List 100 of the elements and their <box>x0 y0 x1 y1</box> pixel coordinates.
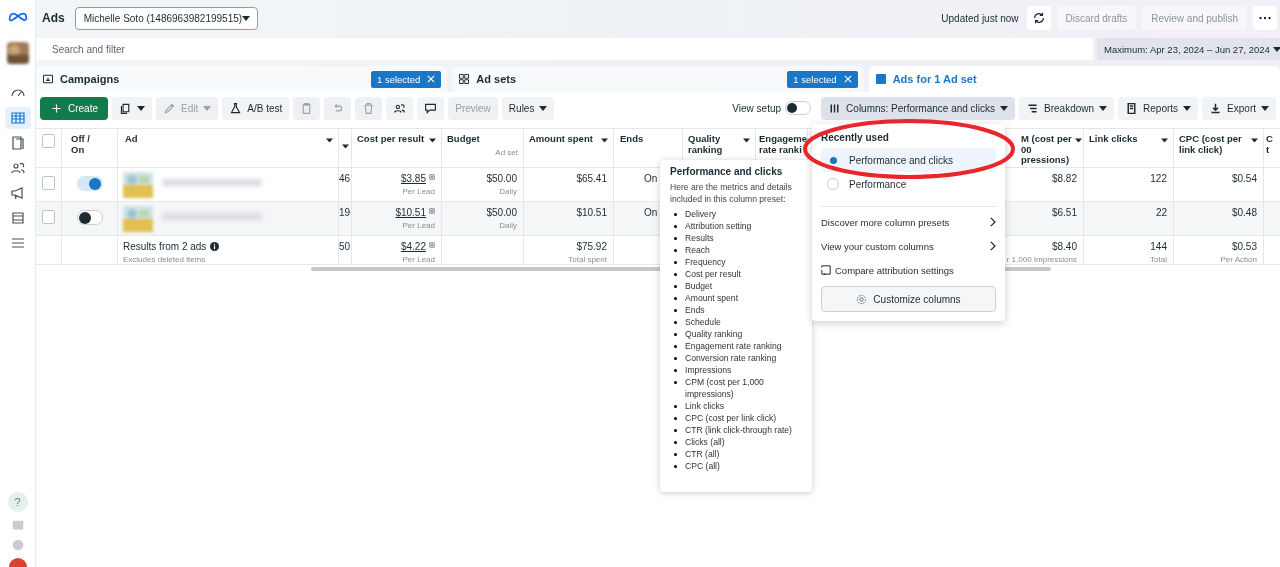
column-header[interactable]: M (cost per 00 pressions) <box>1021 134 1072 166</box>
bullet-icon <box>674 297 677 300</box>
view-setup-toggle[interactable] <box>785 101 812 115</box>
ad-icon <box>874 73 887 85</box>
more-button[interactable] <box>1253 6 1277 30</box>
column-header[interactable]: Cost per result <box>357 134 426 145</box>
toolbar-button[interactable]: Columns: Performance and clicks <box>821 96 1016 120</box>
caret-icon <box>242 15 251 21</box>
toolbar-button[interactable] <box>112 96 152 120</box>
menu-item[interactable]: Compare attribution settings <box>835 264 996 276</box>
gear-icon <box>856 293 868 305</box>
metric-item: Delivery <box>685 208 717 220</box>
column-header[interactable]: C t <box>1266 134 1276 155</box>
cell-subtitle: Total spent <box>567 255 607 264</box>
metric-item: CPC (cost per link click) <box>685 412 777 424</box>
preset-option[interactable]: Performance <box>849 178 907 190</box>
toolbar-button[interactable]: A/B test <box>222 96 290 120</box>
account-dropdown[interactable]: Michelle Soto (1486963982199515) <box>74 6 258 30</box>
ad-toggle[interactable] <box>76 176 103 191</box>
customize-columns-button[interactable]: Customize columns <box>821 286 996 312</box>
column-header[interactable]: Engageme rate ranki <box>759 134 808 155</box>
close-icon[interactable] <box>427 75 436 83</box>
menu-item[interactable]: Discover more column presets <box>821 216 985 228</box>
bullet-icon <box>674 237 677 240</box>
column-header[interactable]: Link clicks <box>1089 134 1158 145</box>
cell-value: $0.53 <box>1231 241 1257 252</box>
close-icon[interactable] <box>843 75 852 83</box>
grid-icon <box>458 73 471 85</box>
caret-icon[interactable] <box>1251 138 1258 143</box>
more-icon <box>1259 16 1271 20</box>
caret-icon[interactable] <box>342 144 349 149</box>
tab[interactable]: Campaigns 1 selected <box>36 66 448 92</box>
tab-label: Ad sets <box>476 73 517 85</box>
toolbar-button[interactable]: Breakdown <box>1019 96 1115 120</box>
column-header[interactable]: Ends <box>620 134 677 145</box>
toolbar-button[interactable]: Reports <box>1118 96 1199 120</box>
date-range-button[interactable]: Maximum: Apr 23, 2024 – Jun 27, 2024 <box>1097 38 1280 60</box>
meta-logo[interactable] <box>7 10 28 22</box>
toolbar-button[interactable] <box>386 96 414 120</box>
caret-icon[interactable] <box>326 138 333 143</box>
info-icon[interactable] <box>210 242 220 251</box>
column-header[interactable]: Quality ranking <box>688 134 740 155</box>
bullet-icon <box>674 333 677 336</box>
copy-icon <box>119 101 132 115</box>
radio-button[interactable] <box>827 178 839 190</box>
metric-item: Results <box>685 232 714 244</box>
select-all-checkbox[interactable] <box>42 134 55 148</box>
cell-value: $8.40 <box>1051 241 1077 252</box>
update-status: Updated just now <box>941 12 1019 24</box>
people-icon <box>393 101 407 115</box>
tab-label: Campaigns <box>60 73 120 85</box>
metric-item: Conversion rate ranking <box>685 352 777 364</box>
caret-icon[interactable] <box>1161 138 1168 143</box>
bullet-icon <box>674 465 677 468</box>
chevron-icon <box>989 241 996 251</box>
caret-icon[interactable] <box>743 138 750 143</box>
row-checkbox[interactable] <box>42 210 55 224</box>
bullet-icon <box>674 357 677 360</box>
metric-item: Engagement rate ranking <box>685 340 782 352</box>
selection-badge[interactable]: 1 selected <box>371 70 442 88</box>
tab[interactable]: Ad sets 1 selected <box>452 66 864 92</box>
column-header[interactable]: Budget <box>447 134 518 145</box>
table-icon[interactable] <box>4 107 31 129</box>
caret-icon[interactable] <box>601 138 608 143</box>
row-checkbox[interactable] <box>42 176 55 190</box>
selection-badge[interactable]: 1 selected <box>787 70 858 88</box>
caret-icon <box>1261 105 1269 111</box>
toolbar-button[interactable]: Export <box>1202 96 1276 120</box>
bullet-icon <box>674 429 677 432</box>
cell-value: $6.51 <box>1051 207 1077 218</box>
metric-item: CTR (all) <box>685 448 720 460</box>
caret-icon[interactable] <box>429 138 436 143</box>
ad-toggle[interactable] <box>76 210 103 225</box>
column-header[interactable]: Amount spent <box>529 134 598 145</box>
bullet-icon <box>674 285 677 288</box>
refresh-button[interactable] <box>1026 6 1051 30</box>
cell-value: $3.85 <box>400 173 426 184</box>
notification-icon[interactable] <box>8 558 27 567</box>
cell-value: 46 <box>338 173 350 184</box>
bullet-icon <box>674 225 677 228</box>
column-header[interactable]: Ad <box>125 134 323 145</box>
column-header[interactable]: CPC (cost per link click) <box>1179 134 1248 155</box>
toolbar-button[interactable]: Create <box>40 96 108 120</box>
menu-item[interactable]: View your custom columns <box>821 240 985 252</box>
metric-item: Budget <box>685 280 713 292</box>
flask-icon <box>229 101 243 115</box>
metric-item: Schedule <box>685 316 721 328</box>
tab[interactable]: Ads for 1 Ad set <box>868 66 1280 92</box>
caret-icon[interactable] <box>1074 138 1082 143</box>
toolbar-button[interactable]: Rules <box>501 96 555 120</box>
search-field[interactable]: Search and filter <box>36 38 1093 60</box>
cell-value: $75.92 <box>576 241 607 252</box>
bullet-icon <box>674 273 677 276</box>
tooltip-title: Performance and clicks <box>670 166 784 177</box>
metric-item: Amount spent <box>685 292 739 304</box>
toolbar-button[interactable] <box>417 96 445 120</box>
bullet-icon <box>674 369 677 372</box>
metric-item: Clicks (all) <box>685 436 725 448</box>
caret-icon <box>1000 105 1009 111</box>
view-setup-label: View setup <box>732 102 782 114</box>
